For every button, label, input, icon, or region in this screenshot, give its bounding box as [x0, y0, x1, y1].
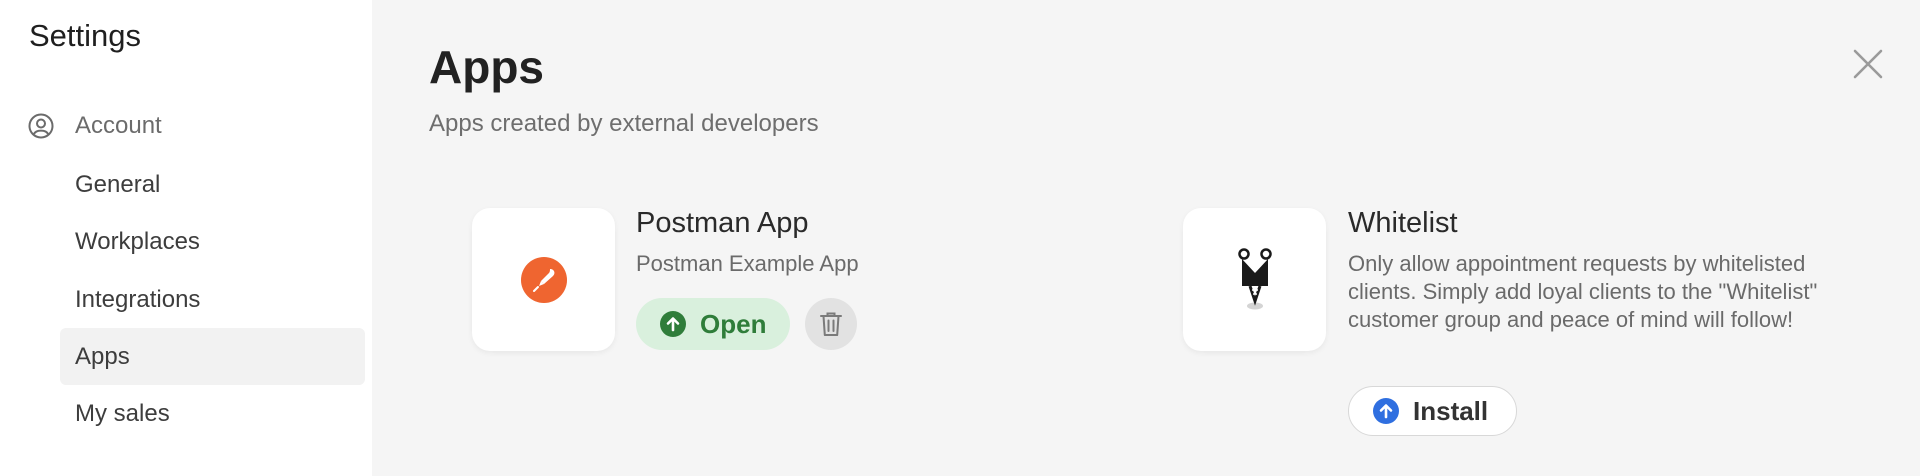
whitelist-app-tile [1183, 208, 1326, 351]
postman-logo-icon [520, 256, 567, 303]
app-name: Postman App [636, 207, 809, 239]
account-section-label: Account [75, 112, 162, 139]
close-button[interactable] [1849, 45, 1887, 83]
open-app-button[interactable]: Open [636, 298, 791, 350]
sidebar-title: Settings [29, 18, 142, 53]
settings-sidebar: Settings Account General Workplaces Inte… [0, 0, 372, 476]
sidebar-item-apps[interactable]: Apps [60, 328, 365, 385]
open-button-label: Open [700, 308, 767, 339]
install-app-button[interactable]: Install [1348, 386, 1518, 436]
delete-app-button[interactable] [805, 298, 857, 350]
sidebar-item-my-sales[interactable]: My sales [60, 385, 365, 442]
sidebar-item-label: Apps [75, 342, 130, 370]
sidebar-item-label: Integrations [75, 285, 201, 313]
upload-circle-icon [1373, 398, 1399, 424]
page-title: Apps [429, 41, 544, 93]
postman-app-tile [472, 208, 615, 351]
sidebar-item-general[interactable]: General [60, 156, 365, 213]
app-name: Whitelist [1348, 207, 1458, 239]
sidebar-item-label: General [75, 170, 161, 198]
sidebar-item-label: My sales [75, 399, 170, 427]
whitelist-logo-icon [1237, 247, 1272, 309]
app-description: Postman Example App [636, 251, 859, 276]
page-subtitle: Apps created by external developers [429, 110, 819, 137]
upload-circle-icon [660, 311, 686, 337]
app-description: Only allow appointment requests by white… [1348, 251, 1818, 332]
account-section-header: Account [28, 112, 162, 140]
install-button-label: Install [1413, 395, 1489, 426]
apps-panel: Apps Apps created by external developers… [372, 0, 1920, 476]
sidebar-item-workplaces[interactable]: Workplaces [60, 213, 365, 270]
sidebar-item-integrations[interactable]: Integrations [60, 271, 365, 328]
trash-icon [820, 312, 842, 336]
user-circle-icon [28, 113, 54, 139]
close-icon [1853, 49, 1883, 79]
sidebar-item-label: Workplaces [75, 227, 200, 255]
